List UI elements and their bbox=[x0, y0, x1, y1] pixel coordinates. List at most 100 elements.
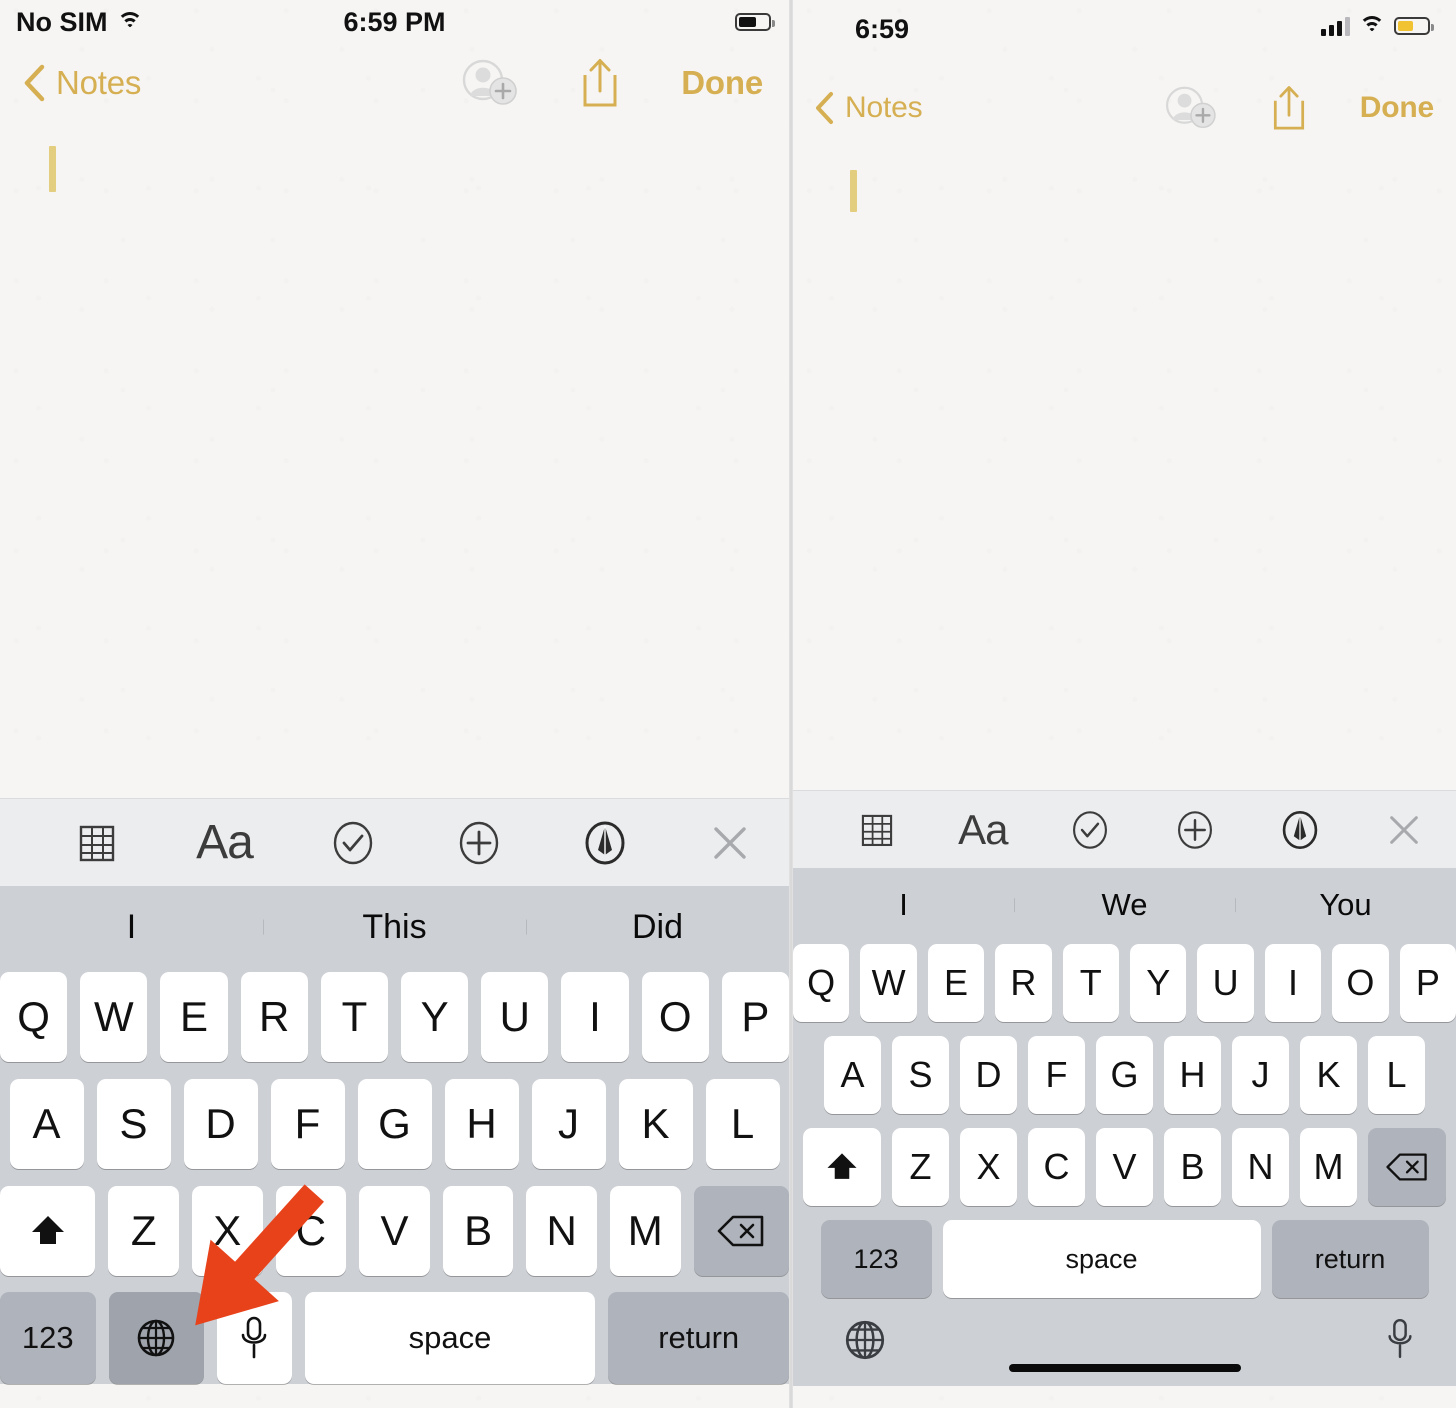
add-media-icon[interactable] bbox=[453, 817, 505, 869]
key-r[interactable]: R bbox=[240, 972, 308, 1062]
suggestion-0[interactable]: I bbox=[0, 908, 263, 947]
key-z[interactable]: Z bbox=[892, 1128, 949, 1206]
key-t[interactable]: T bbox=[320, 972, 388, 1062]
key-t[interactable]: T bbox=[1062, 944, 1119, 1022]
key-l[interactable]: L bbox=[1368, 1036, 1425, 1114]
keyboard-row-4: 123 space return bbox=[0, 1292, 789, 1384]
suggestion-1[interactable]: We bbox=[1014, 887, 1235, 923]
key-w[interactable]: W bbox=[80, 972, 148, 1062]
key-g[interactable]: G bbox=[1096, 1036, 1153, 1114]
share-icon[interactable] bbox=[1268, 82, 1310, 134]
suggestion-2[interactable]: Did bbox=[526, 908, 789, 947]
key-c[interactable]: C bbox=[1028, 1128, 1085, 1206]
close-icon[interactable] bbox=[705, 818, 755, 868]
numbers-key[interactable]: 123 bbox=[820, 1220, 932, 1298]
share-icon[interactable] bbox=[577, 55, 623, 111]
checklist-icon[interactable] bbox=[327, 817, 379, 869]
back-to-notes-button[interactable]: Notes bbox=[22, 63, 141, 103]
back-label: Notes bbox=[845, 91, 923, 124]
key-m[interactable]: M bbox=[1300, 1128, 1357, 1206]
key-b[interactable]: B bbox=[442, 1186, 514, 1276]
key-y[interactable]: Y bbox=[401, 972, 469, 1062]
key-n[interactable]: N bbox=[526, 1186, 597, 1276]
left-note-body[interactable] bbox=[0, 122, 789, 798]
add-media-icon[interactable] bbox=[1172, 807, 1218, 853]
suggestion-0[interactable]: I bbox=[793, 887, 1014, 923]
return-key[interactable]: return bbox=[608, 1292, 789, 1384]
key-o[interactable]: O bbox=[1332, 944, 1389, 1022]
key-h[interactable]: H bbox=[444, 1079, 519, 1169]
key-f[interactable]: F bbox=[1028, 1036, 1085, 1114]
key-a[interactable]: A bbox=[824, 1036, 881, 1114]
markup-pen-icon[interactable] bbox=[1277, 807, 1323, 853]
suggestion-2[interactable]: You bbox=[1235, 887, 1456, 923]
key-i[interactable]: I bbox=[1264, 944, 1322, 1022]
keyboard-row-3: Z X C V B N M bbox=[793, 1128, 1456, 1206]
key-n[interactable]: N bbox=[1232, 1128, 1289, 1206]
done-button[interactable]: Done bbox=[1360, 91, 1434, 125]
text-style-icon[interactable]: Aa bbox=[196, 815, 254, 870]
key-j[interactable]: J bbox=[531, 1079, 606, 1169]
markup-pen-icon[interactable] bbox=[579, 817, 631, 869]
key-v[interactable]: V bbox=[1096, 1128, 1153, 1206]
return-key[interactable]: return bbox=[1271, 1220, 1429, 1298]
numbers-key[interactable]: 123 bbox=[0, 1292, 96, 1384]
key-y[interactable]: Y bbox=[1130, 944, 1187, 1022]
right-note-body[interactable] bbox=[793, 144, 1456, 790]
globe-key[interactable] bbox=[841, 1316, 889, 1369]
done-button[interactable]: Done bbox=[681, 64, 763, 102]
space-key[interactable]: space bbox=[304, 1292, 596, 1384]
key-a[interactable]: A bbox=[9, 1079, 84, 1169]
key-v[interactable]: V bbox=[359, 1186, 430, 1276]
key-x[interactable]: X bbox=[960, 1128, 1017, 1206]
key-i[interactable]: I bbox=[561, 972, 629, 1062]
home-indicator-bar[interactable] bbox=[1008, 1364, 1241, 1372]
key-k[interactable]: K bbox=[1300, 1036, 1357, 1114]
key-d[interactable]: D bbox=[183, 1079, 258, 1169]
key-k[interactable]: K bbox=[618, 1079, 693, 1169]
key-x[interactable]: X bbox=[192, 1186, 263, 1276]
backspace-key[interactable] bbox=[1368, 1128, 1446, 1206]
key-b[interactable]: B bbox=[1164, 1128, 1221, 1206]
key-o[interactable]: O bbox=[641, 972, 709, 1062]
key-p[interactable]: P bbox=[1399, 944, 1456, 1022]
dictation-key[interactable] bbox=[1384, 1314, 1416, 1369]
key-d[interactable]: D bbox=[960, 1036, 1017, 1114]
key-c[interactable]: C bbox=[275, 1186, 347, 1276]
key-q[interactable]: Q bbox=[793, 944, 850, 1022]
key-s[interactable]: S bbox=[96, 1079, 171, 1169]
key-m[interactable]: M bbox=[609, 1186, 681, 1276]
key-e[interactable]: E bbox=[160, 972, 228, 1062]
key-g[interactable]: G bbox=[357, 1079, 432, 1169]
text-style-icon[interactable]: Aa bbox=[958, 806, 1008, 854]
key-j[interactable]: J bbox=[1232, 1036, 1289, 1114]
key-p[interactable]: P bbox=[721, 972, 789, 1062]
key-f[interactable]: F bbox=[270, 1079, 345, 1169]
shift-key[interactable] bbox=[803, 1128, 881, 1206]
key-u[interactable]: U bbox=[1197, 944, 1254, 1022]
add-person-icon[interactable] bbox=[1164, 85, 1218, 131]
key-w[interactable]: W bbox=[860, 944, 917, 1022]
globe-key[interactable] bbox=[108, 1292, 205, 1384]
key-s[interactable]: S bbox=[892, 1036, 949, 1114]
right-suggestion-bar: I We You bbox=[793, 868, 1456, 942]
key-e[interactable]: E bbox=[927, 944, 985, 1022]
add-person-icon[interactable] bbox=[461, 58, 519, 108]
key-r[interactable]: R bbox=[995, 944, 1052, 1022]
key-z[interactable]: Z bbox=[108, 1186, 180, 1276]
keyboard-row-3: Z X C V B N M bbox=[0, 1186, 789, 1276]
close-icon[interactable] bbox=[1382, 808, 1426, 852]
back-to-notes-button[interactable]: Notes bbox=[813, 90, 923, 126]
key-q[interactable]: Q bbox=[0, 972, 68, 1062]
dictation-key[interactable] bbox=[217, 1292, 292, 1384]
checklist-icon[interactable] bbox=[1067, 807, 1113, 853]
space-key[interactable]: space bbox=[942, 1220, 1261, 1298]
key-h[interactable]: H bbox=[1164, 1036, 1221, 1114]
suggestion-1[interactable]: This bbox=[263, 908, 526, 947]
backspace-key[interactable] bbox=[693, 1186, 789, 1276]
table-icon[interactable] bbox=[72, 818, 122, 868]
key-l[interactable]: L bbox=[705, 1079, 780, 1169]
key-u[interactable]: U bbox=[481, 972, 549, 1062]
shift-key[interactable] bbox=[0, 1186, 96, 1276]
table-icon[interactable] bbox=[855, 808, 899, 852]
